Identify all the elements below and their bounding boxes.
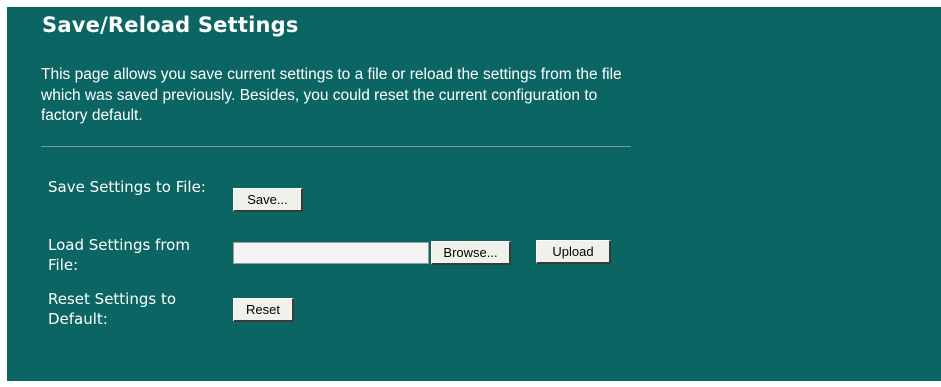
reset-settings-label: Reset Settings to Default: xyxy=(48,290,177,328)
load-settings-label: Load Settings from File: xyxy=(48,236,190,274)
page-title: Save/Reload Settings xyxy=(42,13,299,37)
upload-button[interactable]: Upload xyxy=(536,240,611,264)
browse-button[interactable]: Browse... xyxy=(431,241,511,265)
divider xyxy=(41,146,631,147)
save-button[interactable]: Save... xyxy=(233,188,303,212)
save-settings-label: Save Settings to File: xyxy=(48,178,206,196)
page-description: This page allows you save current settin… xyxy=(41,66,622,124)
settings-panel: Save/Reload Settings This page allows yo… xyxy=(7,7,941,381)
file-path-input[interactable] xyxy=(233,242,429,264)
reset-button[interactable]: Reset xyxy=(233,298,294,322)
